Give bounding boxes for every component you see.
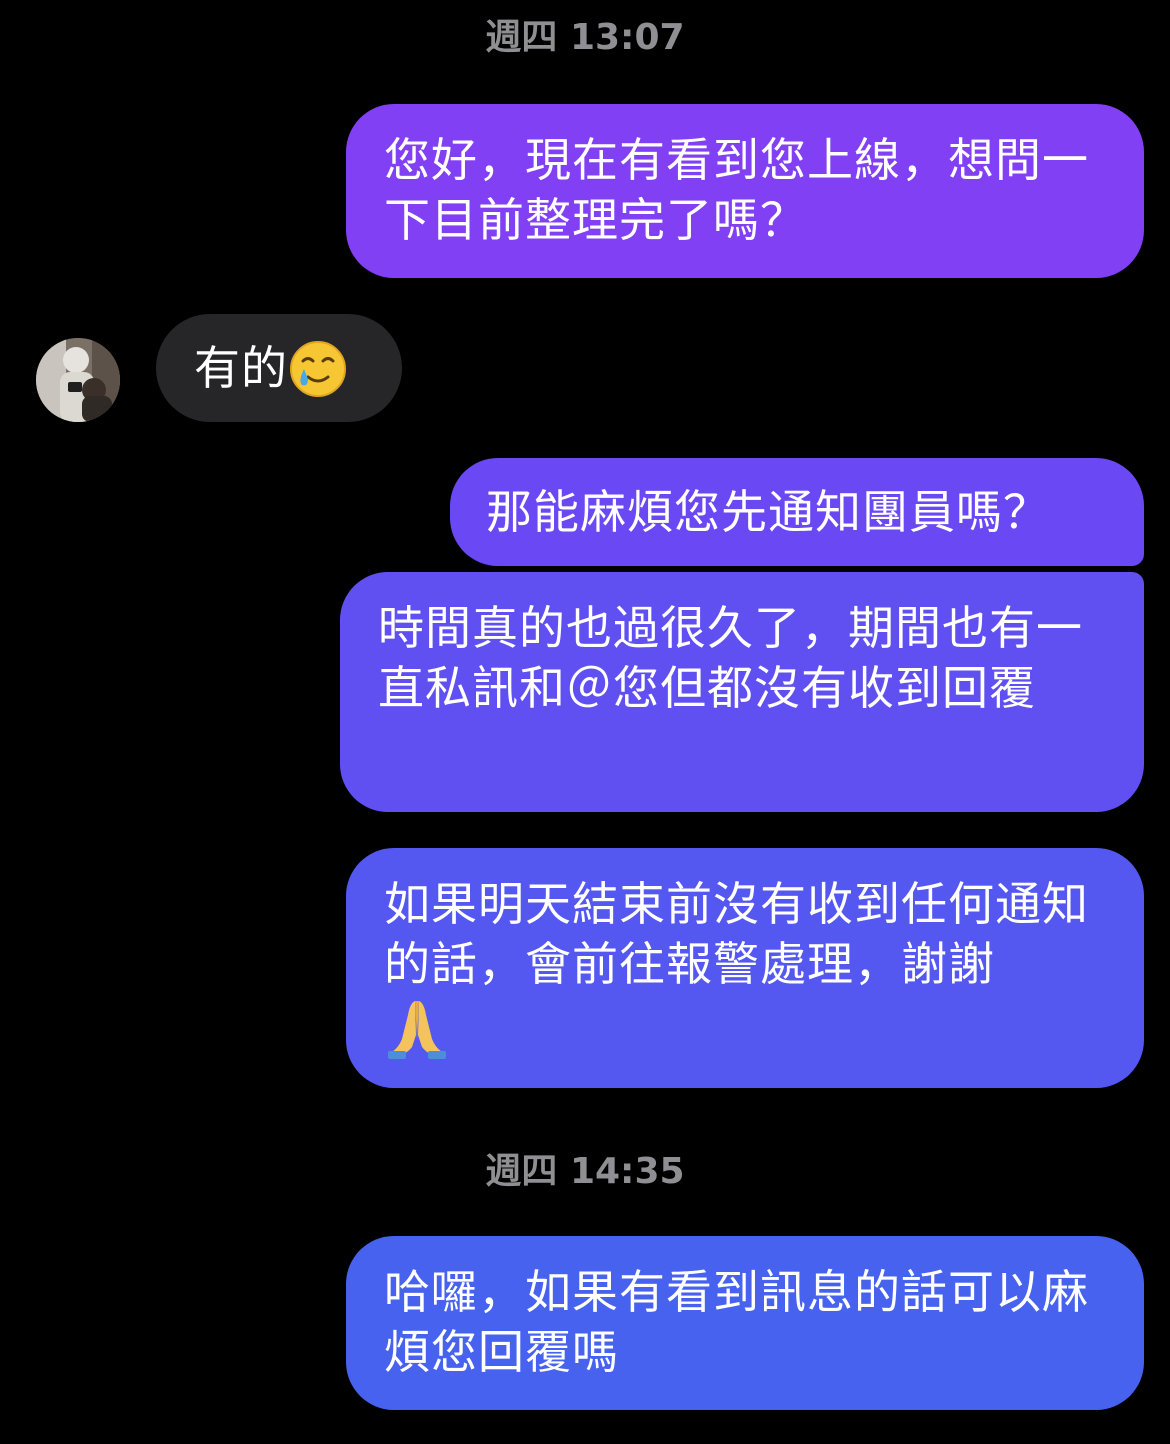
outgoing-message-bubble[interactable]: 那能麻煩您先通知團員嗎？ <box>450 458 1144 566</box>
smiling-face-with-tear-icon <box>288 340 348 399</box>
outgoing-message-bubble[interactable]: 哈囉，如果有看到訊息的話可以麻煩您回覆嗎 <box>346 1236 1144 1410</box>
message-text: 如果明天結束前沒有收到任何通知的話，會前往報警處理，謝謝 <box>384 877 1089 991</box>
message-text: 時間真的也過很久了，期間也有一直私訊和＠您但都沒有收到回覆 <box>378 601 1083 715</box>
message-text: 有的 <box>194 341 288 395</box>
avatar-photo-icon <box>36 338 120 422</box>
outgoing-message-bubble[interactable]: 時間真的也過很久了，期間也有一直私訊和＠您但都沒有收到回覆 <box>340 572 1144 812</box>
message-text: 那能麻煩您先通知團員嗎？ <box>486 485 1050 539</box>
message-text: 您好，現在有看到您上線，想問一下目前整理完了嗎？ <box>384 133 1089 247</box>
folded-hands-icon <box>384 995 450 1061</box>
incoming-message-bubble[interactable]: 有的 <box>156 314 402 422</box>
timestamp-divider: 週四 13:07 <box>485 17 685 58</box>
timestamp-divider: 週四 14:35 <box>485 1151 685 1192</box>
outgoing-message-bubble[interactable]: 如果明天結束前沒有收到任何通知的話，會前往報警處理，謝謝 <box>346 848 1144 1088</box>
contact-avatar[interactable] <box>36 338 120 422</box>
outgoing-message-bubble[interactable]: 您好，現在有看到您上線，想問一下目前整理完了嗎？ <box>346 104 1144 278</box>
message-text: 哈囉，如果有看到訊息的話可以麻煩您回覆嗎 <box>384 1265 1089 1379</box>
